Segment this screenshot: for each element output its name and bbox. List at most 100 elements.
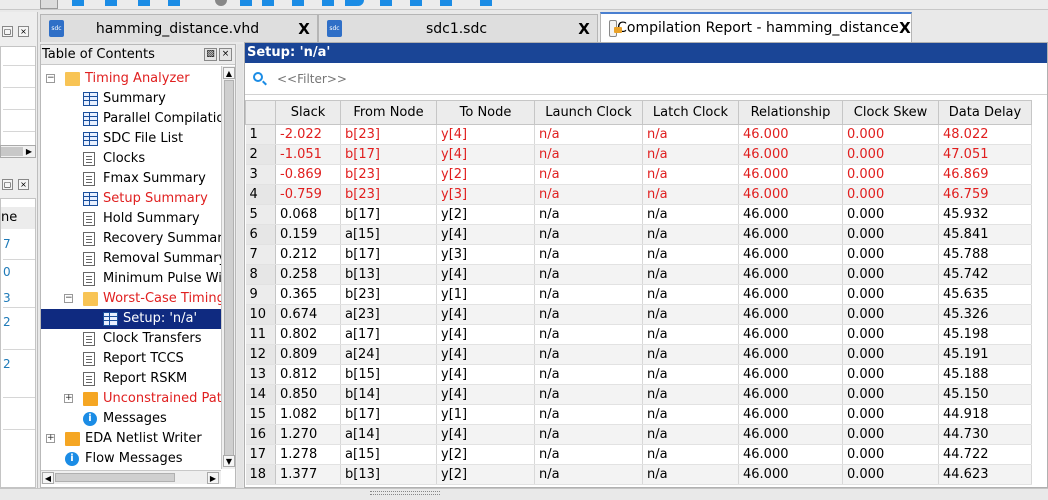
- table-row[interactable]: 5 0.068 b[17] y[2] n/a n/a 46.000 0.000 45.932: [245, 204, 1032, 225]
- table-row[interactable]: 14 0.850 b[14] y[4] n/a n/a 46.000 0.000 45.150: [245, 384, 1032, 405]
- table-cell: n/a: [642, 344, 739, 365]
- restore-icon[interactable]: ▢: [2, 179, 13, 190]
- toc-item[interactable]: Fmax Summary: [41, 169, 221, 189]
- toolbar-icon[interactable]: [215, 0, 227, 6]
- collapse-icon[interactable]: −: [64, 294, 73, 303]
- scroll-thumb[interactable]: [224, 80, 234, 460]
- collapse-icon[interactable]: −: [46, 74, 55, 83]
- table-row[interactable]: 7 0.212 b[17] y[3] n/a n/a 46.000 0.000 45.788: [245, 244, 1032, 265]
- list-link[interactable]: 7: [3, 237, 11, 251]
- toc-item[interactable]: Report RSKM: [41, 369, 221, 389]
- toc-item[interactable]: Recovery Summary: [41, 229, 221, 249]
- table-row[interactable]: 12 0.809 a[24] y[4] n/a n/a 46.000 0.000 45.191: [245, 344, 1032, 365]
- list-link[interactable]: 0: [3, 265, 11, 279]
- toc-item[interactable]: Summary: [41, 89, 221, 109]
- scroll-thumb[interactable]: [55, 473, 175, 482]
- toc-item[interactable]: Setup Summary: [41, 189, 221, 209]
- table-row[interactable]: 18 1.377 b[13] y[2] n/a n/a 46.000 0.000 44.623: [245, 464, 1032, 485]
- column-header[interactable]: Relationship: [738, 100, 843, 125]
- tab-hamming-distance-vhd[interactable]: sdc hamming_distance.vhd X: [40, 14, 318, 42]
- toolbar-icon[interactable]: [292, 0, 304, 6]
- tab-sdc1-sdc[interactable]: sdc sdc1.sdc X: [318, 14, 598, 42]
- toolbar-icon[interactable]: [105, 0, 117, 6]
- toolbar-icon[interactable]: [240, 0, 252, 6]
- resize-grip[interactable]: [370, 491, 440, 495]
- close-icon[interactable]: X: [291, 20, 317, 38]
- scroll-left-icon[interactable]: ◀: [42, 472, 54, 484]
- table-cell: 0.802: [275, 324, 341, 345]
- toc-item[interactable]: Report TCCS: [41, 349, 221, 369]
- toc-item[interactable]: Parallel Compilation: [41, 109, 221, 129]
- close-icon[interactable]: ×: [219, 48, 232, 61]
- toc-item[interactable]: Minimum Pulse Width: [41, 269, 221, 289]
- toc-item[interactable]: Hold Summary: [41, 209, 221, 229]
- column-header[interactable]: Latch Clock: [642, 100, 739, 125]
- expand-icon[interactable]: +: [64, 394, 73, 403]
- horizontal-scrollbar[interactable]: ▶: [0, 145, 36, 158]
- scroll-right-icon[interactable]: ▶: [23, 146, 35, 157]
- table-row[interactable]: 1 -2.022 b[23] y[4] n/a n/a 46.000 0.000 48.022: [245, 124, 1032, 145]
- list-link[interactable]: 2: [3, 315, 11, 329]
- scroll-down-icon[interactable]: ▼: [223, 455, 235, 467]
- toc-item[interactable]: i Flow Messages: [41, 449, 221, 469]
- toolbar-icon[interactable]: [380, 0, 392, 6]
- toc-item[interactable]: + Unconstrained Paths: [41, 389, 221, 409]
- table-row[interactable]: 15 1.082 b[17] y[1] n/a n/a 46.000 0.000 44.918: [245, 404, 1032, 425]
- column-header[interactable]: Launch Clock: [534, 100, 643, 125]
- toc-item[interactable]: i Messages: [41, 409, 221, 429]
- list-link[interactable]: 2: [3, 357, 11, 371]
- column-header[interactable]: Clock Skew: [842, 100, 939, 125]
- vertical-scrollbar[interactable]: ▲ ▼: [221, 66, 235, 469]
- toc-item[interactable]: Removal Summary: [41, 249, 221, 269]
- toolbar-icon[interactable]: [410, 0, 422, 6]
- toc-item[interactable]: SDC File List: [41, 129, 221, 149]
- toolbar-icon[interactable]: [168, 0, 180, 6]
- pin-icon[interactable]: ▧: [204, 48, 217, 61]
- column-header[interactable]: Slack: [275, 100, 341, 125]
- table-cell: y[3]: [436, 244, 535, 265]
- restore-icon[interactable]: ▢: [2, 26, 13, 37]
- column-header[interactable]: Data Delay: [938, 100, 1032, 125]
- toolbar-icon[interactable]: [262, 0, 274, 6]
- scroll-up-icon[interactable]: ▲: [223, 67, 235, 79]
- column-header[interactable]: From Node: [340, 100, 437, 125]
- toc-item[interactable]: Clocks: [41, 149, 221, 169]
- toolbar-dropdown[interactable]: [40, 0, 58, 9]
- horizontal-scrollbar[interactable]: ◀ ▶: [41, 470, 221, 484]
- close-icon[interactable]: X: [899, 19, 911, 37]
- table-row[interactable]: 11 0.802 a[17] y[4] n/a n/a 46.000 0.000 45.198: [245, 324, 1032, 345]
- panel-splitter[interactable]: [237, 44, 243, 488]
- close-icon[interactable]: ×: [18, 179, 29, 190]
- toolbar-icon[interactable]: [72, 0, 84, 6]
- table-row[interactable]: 6 0.159 a[15] y[4] n/a n/a 46.000 0.000 45.841: [245, 224, 1032, 245]
- toolbar-icon[interactable]: [138, 0, 150, 6]
- scroll-right-icon[interactable]: ▶: [207, 472, 219, 484]
- table-row[interactable]: 3 -0.869 b[23] y[2] n/a n/a 46.000 0.000 46.869: [245, 164, 1032, 185]
- table-row[interactable]: 8 0.258 b[13] y[4] n/a n/a 46.000 0.000 45.742: [245, 264, 1032, 285]
- table-row[interactable]: 10 0.674 a[23] y[4] n/a n/a 46.000 0.000 45.326: [245, 304, 1032, 325]
- toc-item[interactable]: Clock Transfers: [41, 329, 221, 349]
- expand-icon[interactable]: +: [46, 434, 55, 443]
- filter-input[interactable]: [275, 70, 575, 88]
- table-cell: 0.000: [842, 204, 939, 225]
- table-row[interactable]: 9 0.365 b[23] y[1] n/a n/a 46.000 0.000 45.635: [245, 284, 1032, 305]
- toolbar-icon[interactable]: [480, 0, 492, 6]
- column-header[interactable]: To Node: [436, 100, 535, 125]
- table-row[interactable]: 16 1.270 a[14] y[4] n/a n/a 46.000 0.000 44.730: [245, 424, 1032, 445]
- scroll-thumb[interactable]: [1, 147, 23, 156]
- close-icon[interactable]: ×: [18, 26, 29, 37]
- toc-item[interactable]: − Worst-Case Timing: [41, 289, 221, 309]
- toolbar-icon[interactable]: [440, 0, 452, 6]
- table-row[interactable]: 13 0.812 b[15] y[4] n/a n/a 46.000 0.000 45.188: [245, 364, 1032, 385]
- tab-compilation-report[interactable]: Compilation Report - hamming_distance X: [600, 12, 912, 42]
- toc-item[interactable]: Setup: 'n/a': [41, 309, 221, 329]
- toc-item[interactable]: − Timing Analyzer: [41, 69, 221, 89]
- close-icon[interactable]: X: [571, 20, 597, 38]
- table-row[interactable]: 17 1.278 a[15] y[2] n/a n/a 46.000 0.000 44.722: [245, 444, 1032, 465]
- table-row[interactable]: 2 -1.051 b[17] y[4] n/a n/a 46.000 0.000 47.051: [245, 144, 1032, 165]
- table-row[interactable]: 4 -0.759 b[23] y[3] n/a n/a 46.000 0.000 46.759: [245, 184, 1032, 205]
- toolbar-icon[interactable]: [322, 0, 334, 6]
- table-cell: 0.000: [842, 144, 939, 165]
- list-link[interactable]: 3: [3, 291, 11, 305]
- toc-item[interactable]: + EDA Netlist Writer: [41, 429, 221, 449]
